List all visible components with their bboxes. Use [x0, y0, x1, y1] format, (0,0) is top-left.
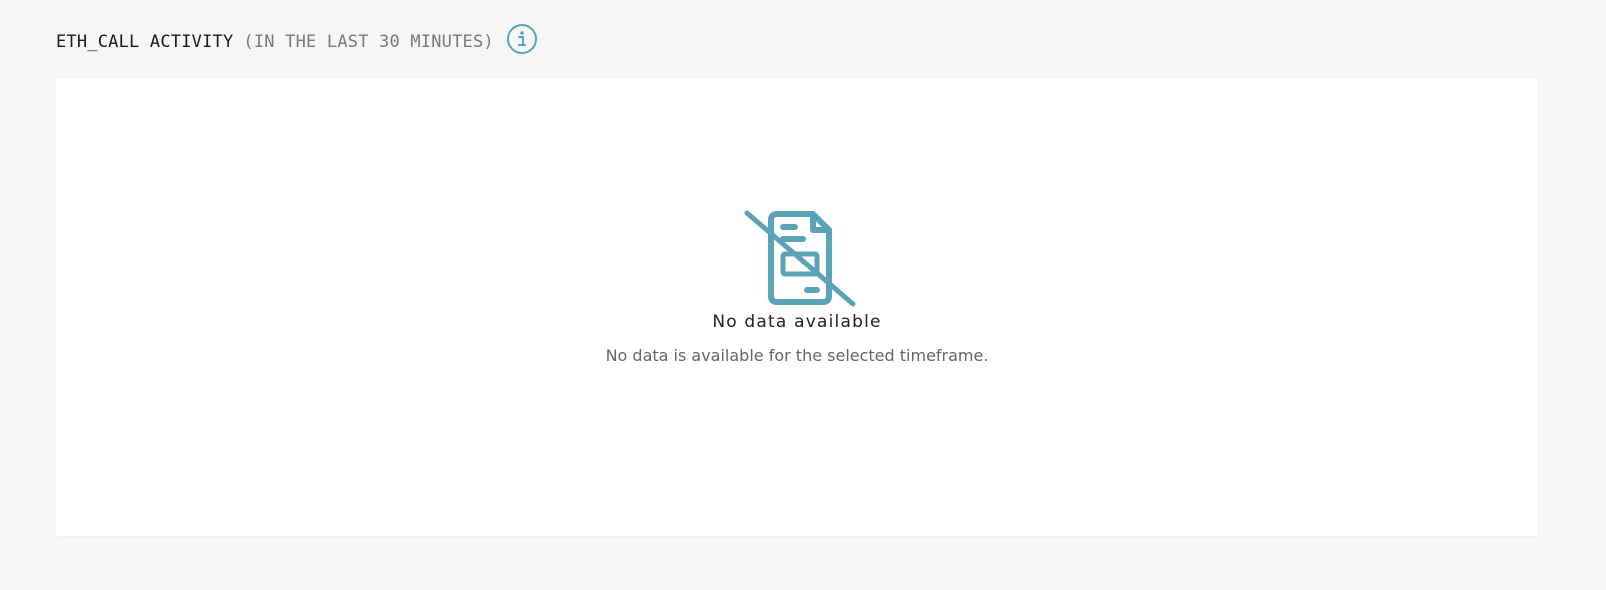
section-header: ETH_CALL ACTIVITY (IN THE LAST 30 MINUTE…: [56, 23, 538, 58]
empty-state: No data available No data is available f…: [56, 210, 1538, 365]
info-circle-icon[interactable]: [506, 23, 538, 55]
empty-state-title: No data available: [712, 312, 882, 332]
no-document-icon: [744, 210, 856, 307]
activity-panel: No data available No data is available f…: [56, 79, 1538, 536]
empty-state-message: No data is available for the selected ti…: [605, 346, 989, 365]
section-title: ETH_CALL ACTIVITY: [56, 32, 234, 52]
section-subtitle: (IN THE LAST 30 MINUTES): [243, 32, 494, 52]
